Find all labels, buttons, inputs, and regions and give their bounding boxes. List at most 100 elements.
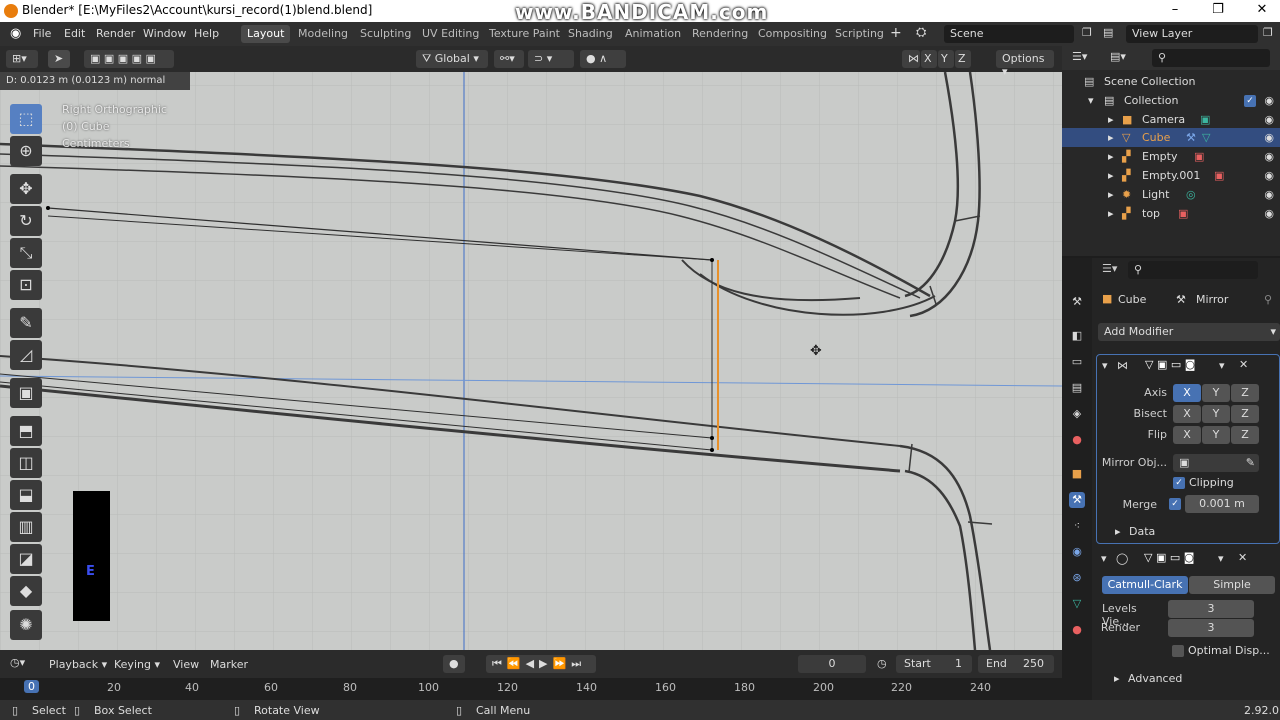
tab-uv-editing[interactable]: UV Editing: [416, 25, 485, 43]
select-box-tool-icon[interactable]: ⬚: [10, 104, 42, 134]
collapse-arrow-icon[interactable]: ▾: [1101, 552, 1107, 565]
new-scene-icon[interactable]: ❐: [1082, 26, 1092, 39]
clipping-checkbox[interactable]: ✓: [1173, 477, 1185, 489]
spin-tool-icon[interactable]: ✺: [10, 610, 42, 640]
loop-cut-tool-icon[interactable]: ▥: [10, 512, 42, 542]
timeline-editor-icon[interactable]: ◷▾: [10, 656, 25, 669]
axis-x-button[interactable]: X: [1173, 384, 1201, 402]
menu-window[interactable]: Window: [143, 27, 186, 40]
eyedropper-icon[interactable]: ✎: [1246, 456, 1255, 469]
modifier-tab-icon[interactable]: ⚒: [1069, 492, 1085, 508]
timeline-ruler[interactable]: 0 20 40 60 80 100 120 140 160 180 200 22…: [0, 678, 1062, 700]
tab-layout[interactable]: Layout: [241, 25, 291, 43]
view-layer-selector[interactable]: View Layer: [1126, 25, 1258, 43]
optimal-display-checkbox[interactable]: [1172, 645, 1184, 657]
menu-keying[interactable]: Keying ▾: [114, 658, 160, 671]
expand-arrow-icon[interactable]: ▸: [1108, 169, 1114, 182]
properties-search-input[interactable]: ⚲: [1128, 261, 1258, 279]
visibility-eye-icon[interactable]: ◉: [1264, 169, 1274, 182]
current-frame-field[interactable]: 0: [798, 655, 866, 673]
inset-tool-icon[interactable]: ◫: [10, 448, 42, 478]
tab-compositing[interactable]: Compositing: [752, 25, 833, 43]
extrude-tool-icon[interactable]: ⬒: [10, 416, 42, 446]
pivot-icon[interactable]: ⚯▾: [494, 50, 524, 68]
outliner-search-input[interactable]: ⚲: [1152, 49, 1270, 67]
tool-tab-icon[interactable]: ⚒: [1069, 294, 1085, 310]
chevron-down-icon[interactable]: ▾: [1218, 552, 1224, 565]
expand-arrow-icon[interactable]: ▸: [1108, 207, 1114, 220]
end-frame-field[interactable]: End 250: [978, 655, 1054, 673]
blender-menu-icon[interactable]: ◉: [10, 26, 21, 41]
playhead-frame[interactable]: 0: [24, 680, 39, 693]
expand-arrow-icon[interactable]: ▾: [1088, 94, 1094, 107]
bevel-tool-icon[interactable]: ⬓: [10, 480, 42, 510]
menu-playback[interactable]: Playback ▾: [49, 658, 107, 671]
collection-checkbox[interactable]: ✓: [1244, 95, 1256, 107]
rotate-tool-icon[interactable]: ↻: [10, 206, 42, 236]
scale-tool-icon[interactable]: ⤡: [10, 238, 42, 268]
close-button[interactable]: ✕: [1242, 2, 1280, 17]
visibility-eye-icon[interactable]: ◉: [1264, 113, 1274, 126]
collapse-arrow-icon[interactable]: ▾: [1102, 359, 1108, 372]
bisect-y-button[interactable]: Y: [1202, 405, 1230, 423]
expand-arrow-icon[interactable]: ▸: [1108, 150, 1114, 163]
modifier-toggles-icon[interactable]: ▽ ▣ ▭ ◙: [1144, 551, 1194, 564]
measure-tool-icon[interactable]: ◿: [10, 340, 42, 370]
transform-tool-icon[interactable]: ⊡: [10, 270, 42, 300]
select-mode-icon[interactable]: ➤: [48, 50, 70, 68]
visibility-eye-icon[interactable]: ◉: [1264, 207, 1274, 220]
remove-modifier-icon[interactable]: ✕: [1238, 551, 1247, 564]
menu-edit[interactable]: Edit: [64, 27, 85, 40]
tab-sculpting[interactable]: Sculpting: [354, 25, 417, 43]
playback-controls[interactable]: ⏮⏪◀▶⏩⏭: [486, 655, 596, 673]
outliner-item-top[interactable]: ▸ ▞ top ▣ ◉: [1062, 204, 1280, 223]
snap-icon[interactable]: ⊃ ▾: [528, 50, 574, 68]
props-editor-icon[interactable]: ☰▾: [1102, 262, 1117, 275]
flip-z-button[interactable]: Z: [1231, 426, 1259, 444]
poly-build-tool-icon[interactable]: ◆: [10, 576, 42, 606]
orientation-dropdown[interactable]: ⛛ Global ▾: [416, 50, 488, 68]
visibility-eye-icon[interactable]: ◉: [1264, 131, 1274, 144]
expand-arrow-icon[interactable]: ▸: [1108, 131, 1114, 144]
menu-file[interactable]: File: [33, 27, 51, 40]
menu-view[interactable]: View: [173, 658, 199, 671]
tab-texture-paint[interactable]: Texture Paint: [483, 25, 566, 43]
record-icon[interactable]: ●: [443, 655, 465, 673]
outliner-item-empty001[interactable]: ▸ ▞ Empty.001 ▣ ◉: [1062, 166, 1280, 185]
clock-icon[interactable]: ◷: [877, 657, 887, 670]
view-layer-tab-icon[interactable]: ▤: [1069, 380, 1085, 396]
physics-tab-icon[interactable]: ◉: [1069, 544, 1085, 560]
visibility-eye-icon[interactable]: ◉: [1264, 94, 1274, 107]
start-frame-field[interactable]: Start 1: [896, 655, 972, 673]
add-cube-tool-icon[interactable]: ▣: [10, 378, 42, 408]
outliner-item-light[interactable]: ▸ ✹ Light ◎ ◉: [1062, 185, 1280, 204]
outliner-item-camera[interactable]: ▸ ■ Camera ▣ ◉: [1062, 110, 1280, 129]
scene-tab-icon[interactable]: ◈: [1069, 406, 1085, 422]
cursor-tool-icon[interactable]: ⊕: [10, 136, 42, 166]
levels-viewport-field[interactable]: 3: [1168, 600, 1254, 618]
outliner-item-empty[interactable]: ▸ ▞ Empty ▣ ◉: [1062, 147, 1280, 166]
menu-marker[interactable]: Marker: [210, 658, 248, 671]
outliner-collection[interactable]: ▾ ▤ Collection ✓ ◉: [1062, 91, 1280, 110]
annotate-tool-icon[interactable]: ✎: [10, 308, 42, 338]
axis-z-button[interactable]: Z: [1231, 384, 1259, 402]
data-expand-arrow-icon[interactable]: ▸: [1115, 525, 1121, 538]
tab-modeling[interactable]: Modeling: [292, 25, 354, 43]
simple-button[interactable]: Simple: [1189, 576, 1275, 594]
world-tab-icon[interactable]: ●: [1069, 432, 1085, 448]
object-tab-icon[interactable]: ■: [1069, 466, 1085, 482]
chevron-down-icon[interactable]: ▾: [1219, 359, 1225, 372]
editor-type-icon[interactable]: ⊞▾: [6, 50, 38, 68]
mirror-object-field[interactable]: ▣ ✎: [1173, 454, 1259, 472]
tab-shading[interactable]: Shading: [562, 25, 619, 43]
expand-arrow-icon[interactable]: ▸: [1108, 113, 1114, 126]
move-tool-icon[interactable]: ✥: [10, 174, 42, 204]
advanced-expand-arrow-icon[interactable]: ▸: [1114, 672, 1120, 685]
particles-tab-icon[interactable]: ⁖: [1069, 518, 1085, 534]
modifier-toggles-icon[interactable]: ▽ ▣ ▭ ◙: [1145, 358, 1195, 371]
new-view-layer-icon[interactable]: ❐: [1263, 26, 1273, 39]
add-workspace-icon[interactable]: +: [890, 25, 902, 41]
material-tab-icon[interactable]: ●: [1069, 622, 1085, 638]
flip-y-button[interactable]: Y: [1202, 426, 1230, 444]
remove-modifier-icon[interactable]: ✕: [1239, 358, 1248, 371]
